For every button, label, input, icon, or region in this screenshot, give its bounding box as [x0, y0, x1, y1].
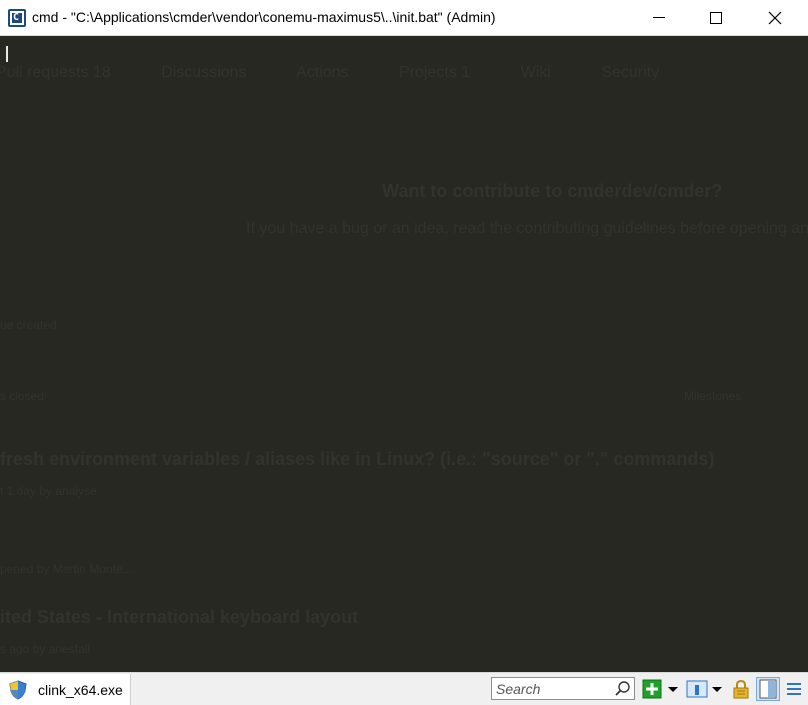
- maximize-button[interactable]: [693, 0, 739, 35]
- ghost-tab: Discussions: [161, 64, 247, 81]
- search-icon[interactable]: [614, 680, 632, 698]
- terminal-console[interactable]: Pull requests 18 Discussions Actions Pro…: [0, 36, 808, 672]
- new-console-chevron-down-icon[interactable]: [667, 679, 679, 699]
- maximize-icon: [710, 12, 722, 24]
- close-button[interactable]: [752, 0, 798, 35]
- lock-icon[interactable]: [731, 679, 751, 699]
- minimize-button[interactable]: [636, 0, 682, 35]
- ghost-contribute-heading: Want to contribute to cmderdev/cmder?: [382, 181, 723, 201]
- panel-view-icon[interactable]: [686, 679, 708, 699]
- ghost-tab: Security: [601, 64, 660, 81]
- ghost-tab: Pull requests 18: [0, 64, 111, 81]
- close-icon: [768, 11, 782, 25]
- ghost-line: t 1 day by analyse: [0, 484, 97, 498]
- title-bar[interactable]: C cmd - "C:\Applications\cmder\vendor\co…: [0, 0, 808, 36]
- ghost-line: pened by Martin Monte...: [0, 562, 133, 576]
- minimize-icon: [653, 17, 665, 18]
- new-console-plus-icon[interactable]: [642, 679, 662, 699]
- ghost-contribute-text: If you have a bug or an idea, read the c…: [246, 220, 808, 237]
- ghost-issue-title: fresh environment variables / aliases li…: [0, 449, 715, 469]
- ghost-line: ue created: [0, 318, 57, 332]
- ghost-tab: Wiki: [520, 64, 551, 81]
- conemu-app-icon[interactable]: C: [8, 9, 26, 27]
- window-title: cmd - "C:\Applications\cmder\vendor\cone…: [32, 9, 496, 25]
- ghost-line: s ago by ariesfall: [0, 642, 91, 656]
- console-tab-label: clink_x64.exe: [38, 682, 123, 698]
- ghost-repo-tabs: Pull requests 18 Discussions Actions Pro…: [0, 64, 705, 82]
- ghost-tab: Projects 1: [399, 64, 471, 81]
- ghost-tab: Actions: [296, 64, 349, 81]
- search-box[interactable]: [491, 677, 635, 700]
- ghost-line: Milestones: [684, 389, 742, 403]
- text-cursor: [6, 46, 8, 62]
- split-view-button[interactable]: [756, 677, 780, 701]
- split-view-icon: [759, 679, 777, 699]
- ghost-issue-title: ited States - International keyboard lay…: [0, 607, 359, 627]
- console-tab[interactable]: clink_x64.exe: [0, 674, 131, 705]
- status-bar: clink_x64.exe: [0, 672, 808, 705]
- ghost-line: s closed: [0, 389, 45, 403]
- panel-chevron-down-icon[interactable]: [711, 679, 723, 699]
- menu-icon[interactable]: [785, 679, 803, 699]
- search-input[interactable]: [496, 680, 608, 697]
- admin-shield-icon: [9, 680, 27, 700]
